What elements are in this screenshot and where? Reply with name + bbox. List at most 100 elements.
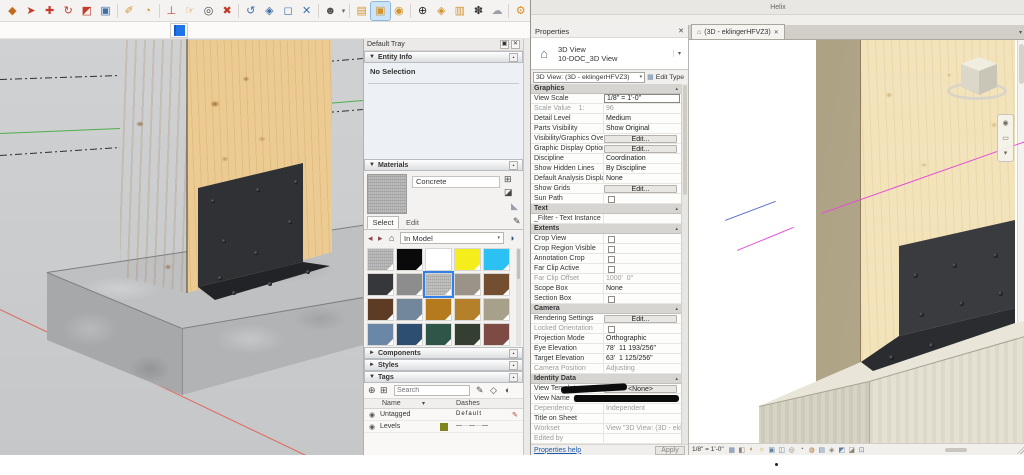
chevron-down-icon[interactable]: ▾: [1004, 149, 1008, 157]
property-row[interactable]: Scale Value 1: ▴ 96: [531, 104, 681, 114]
property-value[interactable]: [603, 254, 681, 263]
tab-edit[interactable]: Edit: [406, 218, 419, 227]
active-material-swatch[interactable]: [170, 23, 188, 38]
tag-row[interactable]: ◉ Levels —··—··—: [364, 421, 523, 433]
property-value[interactable]: By Discipline: [603, 164, 681, 173]
material-preview[interactable]: [367, 174, 407, 214]
scrollbar-thumb[interactable]: [517, 249, 520, 279]
view-selector-dropdown[interactable]: 3D View: (3D - eklingerHFVZ3) ▾: [533, 71, 646, 83]
property-row[interactable]: Show Hidden Lines ▴ By Discipline: [531, 164, 681, 174]
steering-wheel-icon[interactable]: ◉: [1002, 119, 1008, 127]
secondary-pane-icon[interactable]: ◣: [511, 201, 518, 212]
tray-close-icon[interactable]: ✕: [511, 40, 520, 49]
property-value[interactable]: [603, 214, 681, 223]
account-caret-icon[interactable]: ▾: [340, 2, 348, 20]
property-value[interactable]: Show Original: [603, 124, 681, 133]
swatch-khaki[interactable]: [483, 298, 510, 321]
property-row[interactable]: View Scale ▴ 1/8" = 1'-0": [531, 94, 681, 104]
property-value[interactable]: [573, 395, 679, 402]
swatch-amber[interactable]: [454, 298, 481, 321]
filter-icon[interactable]: ◐: [505, 385, 510, 395]
tag-dash-style[interactable]: —··—··—: [456, 423, 489, 429]
analytical-icon[interactable]: ◩: [837, 445, 847, 455]
viewcube[interactable]: [945, 52, 1013, 114]
toolbar-icon[interactable]: [317, 3, 319, 18]
swatch-white[interactable]: [425, 248, 452, 271]
property-row[interactable]: Camera Position ▴ Adjusting: [531, 364, 681, 374]
add-location-icon[interactable]: ⊕: [413, 2, 432, 20]
property-row[interactable]: View Template ▴ <None>: [531, 384, 681, 394]
section-options-icon[interactable]: ▪: [509, 52, 518, 62]
edit-type-button[interactable]: ▦ Edit Type: [647, 73, 686, 82]
swatch-sky-blue[interactable]: [483, 248, 510, 271]
follow-me-icon[interactable]: ➤: [22, 2, 41, 20]
property-row[interactable]: Parts Visibility ▴ Show Original: [531, 124, 681, 134]
styles-header[interactable]: ► Styles ▪: [364, 359, 523, 371]
property-row[interactable]: Annotation Crop ▴: [531, 254, 681, 264]
navigation-bar[interactable]: ◉ ▭ ▾: [997, 114, 1014, 162]
property-row[interactable]: Show Grids ▴ Edit...: [531, 184, 681, 194]
property-value[interactable]: View "3D View: (3D - ekli...: [603, 424, 681, 433]
show-crop-icon[interactable]: ◫: [777, 445, 787, 455]
materials-header[interactable]: ▼ Materials ▪: [364, 159, 523, 171]
properties-scrollbar[interactable]: [681, 84, 688, 444]
resize-grip[interactable]: [1016, 446, 1024, 454]
tag-row[interactable]: ◉ Untagged Default ✎: [364, 409, 523, 421]
swatch-blue-gray[interactable]: [396, 298, 423, 321]
property-row[interactable]: Rendering Settings ▴ Edit...: [531, 314, 681, 324]
rotate-icon[interactable]: ↻: [59, 2, 78, 20]
property-row[interactable]: Visibility/Graphics Overri... ▴ Edit...: [531, 134, 681, 144]
dimension-icon[interactable]: ☞: [181, 2, 200, 20]
tag-color-swatch[interactable]: [440, 423, 448, 431]
pan-icon[interactable]: ▭: [1002, 134, 1009, 142]
property-value[interactable]: [603, 324, 681, 333]
home-icon[interactable]: ⌂: [389, 233, 394, 243]
shadows-icon[interactable]: ◐: [747, 445, 757, 455]
tray-dock-icon[interactable]: ▣: [500, 40, 509, 49]
property-value[interactable]: Edit...: [604, 145, 677, 153]
material-name-field[interactable]: Concrete: [412, 176, 500, 188]
pan-icon[interactable]: ◈: [260, 2, 279, 20]
materials-scrollbar[interactable]: [516, 248, 521, 346]
crop-view-icon[interactable]: ▣: [767, 445, 777, 455]
chevron-down-icon[interactable]: ▾: [673, 50, 685, 57]
swatch-taupe[interactable]: [454, 273, 481, 296]
property-value[interactable]: [603, 194, 681, 203]
offset-icon[interactable]: ▣: [96, 2, 115, 20]
property-row[interactable]: Sun Path ▴: [531, 194, 681, 204]
hide-isolate-icon[interactable]: ◔: [797, 445, 807, 455]
sample-paint-icon[interactable]: ✎: [513, 216, 521, 227]
tags-header[interactable]: ▼ Tags ▪: [364, 371, 523, 383]
visual-style-icon[interactable]: ▦: [727, 445, 737, 455]
property-row[interactable]: Far Clip Offset ▴ 1000' 0": [531, 274, 681, 284]
properties-help-link[interactable]: Properties help: [534, 447, 655, 454]
tab-select[interactable]: Select: [367, 216, 399, 229]
tab-list-icon[interactable]: ▾: [1019, 29, 1022, 36]
push-pull-icon[interactable]: ◆: [3, 2, 22, 20]
swatch-gray[interactable]: [396, 273, 423, 296]
position-camera-icon[interactable]: ◉: [390, 2, 409, 20]
styles-book-icon[interactable]: ▥: [451, 2, 470, 20]
scrollbar-thumb[interactable]: [683, 85, 687, 195]
sun-path-icon[interactable]: ☼: [757, 445, 767, 455]
property-value[interactable]: [603, 244, 681, 253]
property-row[interactable]: Far Clip Active ▴: [531, 264, 681, 274]
property-value[interactable]: None: [603, 174, 681, 183]
property-value[interactable]: Coordination: [603, 154, 681, 163]
property-row[interactable]: Locked Orientation ▴: [531, 324, 681, 334]
property-row[interactable]: _Filter - Text Instance ▴: [531, 214, 681, 224]
tag-color-swatch[interactable]: [440, 411, 448, 419]
layers-icon[interactable]: ▤: [352, 2, 371, 20]
swatch-concrete[interactable]: [367, 248, 394, 271]
swatch-maroon[interactable]: [483, 323, 510, 346]
property-row[interactable]: Projection Mode ▴ Orthographic: [531, 334, 681, 344]
back-icon[interactable]: ◂: [368, 233, 373, 244]
toolbar-icon[interactable]: [349, 3, 351, 18]
property-value[interactable]: 1000' 0": [603, 274, 681, 283]
swatch-brown[interactable]: [483, 273, 510, 296]
move-icon[interactable]: ✚: [40, 2, 59, 20]
property-value[interactable]: None: [603, 284, 681, 293]
property-row[interactable]: Camera ▴: [531, 304, 681, 314]
horizontal-scrollbar-thumb[interactable]: [945, 448, 967, 452]
property-row[interactable]: Workset ▴ View "3D View: (3D - ekli...: [531, 424, 681, 434]
